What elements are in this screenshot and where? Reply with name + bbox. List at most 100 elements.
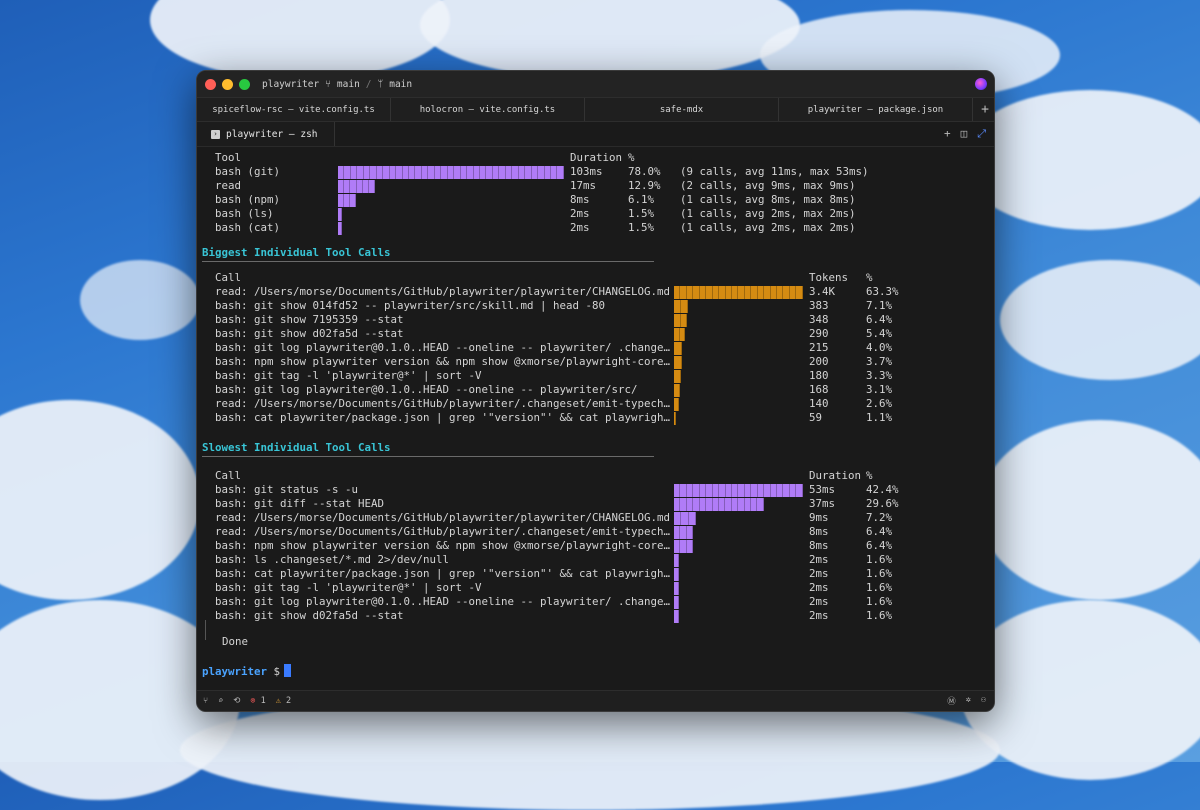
split-pane-icon[interactable]: ◫ xyxy=(961,127,968,141)
call-text: read: /Users/morse/Documents/GitHub/play… xyxy=(215,525,671,538)
call-duration: 8ms xyxy=(809,525,829,538)
call-pct: 1.6% xyxy=(866,609,893,622)
call-text: bash: git log playwriter@0.1.0..HEAD --o… xyxy=(215,341,671,354)
biggest-calls-heading: Biggest Individual Tool Calls xyxy=(202,246,391,259)
search-icon[interactable]: ⌕ xyxy=(218,696,223,706)
call-duration: 37ms xyxy=(809,497,836,510)
call-pct: 1.1% xyxy=(866,411,893,424)
new-tab-button[interactable]: + xyxy=(973,98,994,121)
warning-count-value: 2 xyxy=(285,696,292,706)
call-duration: 2ms xyxy=(809,609,829,622)
error-icon: ⊗ xyxy=(250,696,256,706)
col-header-call: Call xyxy=(215,271,242,284)
duration-bar xyxy=(674,526,694,539)
col-header-duration: Duration xyxy=(570,151,623,164)
call-pct: 3.3% xyxy=(866,369,893,382)
call-pct: 1.6% xyxy=(866,567,893,580)
add-pane-icon[interactable]: + xyxy=(944,127,951,141)
tab-playwriter[interactable]: playwriter — package.json xyxy=(779,98,973,121)
pane-bar: › playwriter — zsh + ◫ ⤢ xyxy=(197,122,994,147)
tool-call-summary: (2 calls, avg 9ms, max 9ms) xyxy=(680,179,856,192)
pane-tab-zsh[interactable]: › playwriter — zsh xyxy=(197,122,335,146)
tool-duration: 2ms xyxy=(570,207,590,220)
sync-icon[interactable]: ⟲ xyxy=(233,696,240,706)
branch-status-icon[interactable]: ⑂ xyxy=(203,696,208,706)
call-text: bash: git show 7195359 --stat xyxy=(215,313,404,326)
tab-holocron[interactable]: holocron — vite.config.ts xyxy=(391,98,585,121)
done-status: Done xyxy=(222,635,249,648)
duration-bar xyxy=(674,596,679,609)
duration-bar xyxy=(674,484,803,497)
tokens-bar xyxy=(674,356,682,369)
tool-pct: 78.0% xyxy=(628,165,661,178)
tree-connector xyxy=(205,620,206,640)
tool-pct: 1.5% xyxy=(628,207,655,220)
close-button[interactable] xyxy=(205,78,216,90)
tool-name: read xyxy=(215,179,242,192)
call-pct: 2.6% xyxy=(866,397,893,410)
call-text: bash: git show d02fa5d --stat xyxy=(215,609,404,622)
tokens-bar xyxy=(674,398,680,411)
tokens-bar xyxy=(674,314,688,327)
call-text: read: /Users/morse/Documents/GitHub/play… xyxy=(215,511,671,524)
terminal-output[interactable]: Tool Duration% bash (git) 103ms 78.0% (9 call… xyxy=(197,146,994,686)
call-text: bash: npm show playwriter version && npm… xyxy=(215,539,671,552)
call-pct: 7.1% xyxy=(866,299,893,312)
tokens-bar xyxy=(674,300,689,313)
duration-bar xyxy=(338,194,356,207)
call-tokens: 140 xyxy=(809,397,829,410)
call-duration: 2ms xyxy=(809,581,829,594)
error-count[interactable]: ⊗ 1 xyxy=(250,696,265,706)
tool-name: bash (cat) xyxy=(215,221,281,234)
col-header-tool: Tool xyxy=(215,151,242,164)
title-bar: playwriter ⑂ main / ᛘ main xyxy=(197,71,994,97)
warning-count[interactable]: ⚠ 2 xyxy=(276,696,291,706)
minimize-button[interactable] xyxy=(222,78,233,90)
call-text: bash: npm show playwriter version && npm… xyxy=(215,355,671,368)
tokens-bar xyxy=(674,412,677,425)
bug-icon[interactable]: ✲ xyxy=(966,695,971,707)
call-tokens: 290 xyxy=(809,327,829,340)
call-duration: 9ms xyxy=(809,511,829,524)
warning-icon: ⚠ xyxy=(275,696,281,706)
shell-prompt[interactable]: playwriter $ xyxy=(202,664,292,678)
branch-icon: ⑂ xyxy=(325,78,331,90)
call-pct: 1.6% xyxy=(866,595,893,608)
tool-duration: 103ms xyxy=(570,165,603,178)
tokens-bar xyxy=(674,370,681,383)
tool-name: bash (ls) xyxy=(215,207,274,220)
call-pct: 1.6% xyxy=(866,553,893,566)
call-tokens: 168 xyxy=(809,383,829,396)
call-pct: 6.4% xyxy=(866,525,893,538)
call-duration: 53ms xyxy=(809,483,836,496)
avatar[interactable] xyxy=(975,78,987,90)
call-text: read: /Users/morse/Documents/GitHub/play… xyxy=(215,285,671,298)
accounts-icon[interactable]: ⚇ xyxy=(981,695,986,707)
tool-call-summary: (1 calls, avg 2ms, max 2ms) xyxy=(680,221,856,234)
call-text: bash: git tag -l 'playwriter@*' | sort -… xyxy=(215,581,482,594)
m-logo-icon[interactable]: Ⓜ xyxy=(947,695,956,707)
col-header-pct: % xyxy=(628,151,635,164)
zoom-button[interactable] xyxy=(239,78,250,90)
call-tokens: 180 xyxy=(809,369,829,382)
col-header-pct: % xyxy=(866,271,873,284)
tool-call-summary: (1 calls, avg 8ms, max 8ms) xyxy=(680,193,856,206)
error-count-value: 1 xyxy=(260,696,266,706)
duration-bar xyxy=(674,610,679,623)
branch-label-2: main xyxy=(389,78,413,90)
call-text: bash: cat playwriter/package.json | grep… xyxy=(215,411,671,424)
branch-label: main xyxy=(336,78,360,90)
call-text: bash: cat playwriter/package.json | grep… xyxy=(215,567,671,580)
duration-bar xyxy=(674,568,679,581)
call-duration: 8ms xyxy=(809,539,829,552)
expand-icon[interactable]: ⤢ xyxy=(977,127,986,141)
call-pct: 63.3% xyxy=(866,285,899,298)
call-text: bash: git show d02fa5d --stat xyxy=(215,327,404,340)
call-text: bash: git diff --stat HEAD xyxy=(215,497,385,510)
tab-spiceflow[interactable]: spiceflow-rsc — vite.config.ts xyxy=(197,98,391,121)
call-pct: 3.1% xyxy=(866,383,893,396)
call-text: bash: git log playwriter@0.1.0..HEAD --o… xyxy=(215,383,638,396)
tab-safe-mdx[interactable]: safe-mdx xyxy=(585,98,779,121)
call-tokens: 59 xyxy=(809,411,823,424)
col-header-tokens: Tokens xyxy=(809,271,849,284)
